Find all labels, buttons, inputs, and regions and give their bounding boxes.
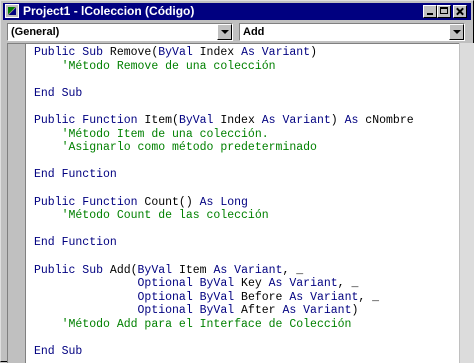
code-line[interactable]: End Function bbox=[34, 236, 414, 250]
code-editor[interactable]: Public Sub Remove(ByVal Index As Variant… bbox=[7, 43, 465, 363]
code-comment: 'Método Remove de una colección bbox=[34, 59, 276, 73]
code-token: Index bbox=[192, 46, 242, 59]
code-token: Item( bbox=[144, 113, 179, 127]
code-keyword: As Long bbox=[199, 195, 248, 209]
code-line[interactable]: Optional ByVal Key As Variant, _ bbox=[34, 277, 414, 291]
object-dropdown[interactable]: (General) bbox=[7, 23, 233, 41]
code-keyword: As Variant bbox=[268, 277, 338, 291]
code-line[interactable]: End Function bbox=[34, 168, 414, 182]
code-token: ) bbox=[330, 113, 345, 127]
code-line[interactable]: 'Método Count de las colección bbox=[34, 209, 414, 223]
code-comment: 'Método Add para el Interface de Colecci… bbox=[34, 317, 352, 331]
object-dropdown-value: (General) bbox=[11, 26, 60, 38]
code-keyword: Optional ByVal bbox=[34, 290, 235, 304]
margin-indicator-bar[interactable] bbox=[8, 44, 26, 363]
code-line[interactable]: 'Método Add para el Interface de Colecci… bbox=[34, 318, 414, 332]
code-line[interactable]: Optional ByVal After As Variant) bbox=[34, 304, 414, 318]
code-token: ) bbox=[351, 304, 359, 318]
code-token: After bbox=[234, 304, 283, 318]
code-comment: 'Asignarlo como método predeterminado bbox=[34, 141, 317, 155]
code-line[interactable]: Public Sub Add(ByVal Item As Variant, _ bbox=[34, 264, 414, 278]
code-line[interactable] bbox=[34, 331, 414, 345]
window-title: Project1 - lColeccion (Código) bbox=[23, 4, 195, 18]
code-comment: 'Método Count de las colección bbox=[34, 209, 269, 223]
code-line[interactable] bbox=[34, 155, 414, 169]
code-keyword: As bbox=[344, 113, 359, 127]
code-token: cNombre bbox=[358, 113, 414, 127]
code-token: Item bbox=[172, 263, 214, 277]
code-keyword: ByVal bbox=[158, 46, 193, 59]
code-keyword: Optional ByVal bbox=[34, 304, 235, 318]
code-token: Before bbox=[234, 290, 290, 304]
code-token: ) bbox=[310, 46, 317, 59]
code-token: , _ bbox=[337, 277, 359, 291]
code-keyword: As Variant bbox=[261, 113, 331, 127]
code-line[interactable] bbox=[34, 182, 414, 196]
code-keyword: Optional ByVal bbox=[34, 277, 235, 291]
code-line[interactable]: Public Function Count() As Long bbox=[34, 196, 414, 210]
chevron-down-icon[interactable] bbox=[449, 24, 464, 40]
code-line[interactable]: End Sub bbox=[34, 345, 414, 359]
code-line[interactable]: End Sub bbox=[34, 87, 414, 101]
code-line[interactable] bbox=[34, 250, 414, 264]
code-window-icon[interactable] bbox=[5, 4, 19, 18]
maximize-button[interactable] bbox=[437, 5, 451, 18]
code-line[interactable]: 'Asignarlo como método predeterminado bbox=[34, 141, 414, 155]
code-text[interactable]: Public Sub Remove(ByVal Index As Variant… bbox=[34, 46, 414, 359]
code-keyword: End Function bbox=[34, 236, 117, 250]
code-keyword: As Variant bbox=[282, 304, 352, 318]
code-line[interactable]: Public Sub Remove(ByVal Index As Variant… bbox=[34, 46, 414, 60]
vertical-scrollbar[interactable] bbox=[459, 43, 474, 363]
code-line[interactable]: Public Function Item(ByVal Index As Vari… bbox=[34, 114, 414, 128]
code-keyword: End Sub bbox=[34, 86, 83, 100]
code-keyword: Public Sub bbox=[34, 46, 110, 59]
code-line[interactable]: Optional ByVal Before As Variant, _ bbox=[34, 291, 414, 305]
code-keyword: ByVal bbox=[137, 263, 173, 277]
code-keyword: Public Function bbox=[34, 195, 145, 209]
code-keyword: Public Function bbox=[34, 113, 145, 127]
code-line[interactable] bbox=[34, 223, 414, 237]
code-keyword: ByVal bbox=[178, 113, 214, 127]
code-window: Project1 - lColeccion (Código) (General)… bbox=[0, 0, 474, 363]
code-line[interactable]: 'Método Item de una colección. bbox=[34, 128, 414, 142]
close-button[interactable] bbox=[453, 5, 467, 18]
chevron-down-icon[interactable] bbox=[217, 24, 232, 40]
code-keyword: As Variant bbox=[241, 46, 311, 59]
procedure-dropdown[interactable]: Add bbox=[239, 23, 465, 41]
code-keyword: As Variant bbox=[289, 290, 359, 304]
procedure-dropdown-value: Add bbox=[243, 26, 265, 38]
code-line[interactable] bbox=[34, 73, 414, 87]
code-line[interactable]: 'Método Remove de una colección bbox=[34, 60, 414, 74]
title-bar[interactable]: Project1 - lColeccion (Código) bbox=[3, 3, 471, 20]
code-keyword: As Variant bbox=[213, 263, 283, 277]
code-token: , _ bbox=[282, 263, 304, 277]
code-token: Key bbox=[234, 277, 269, 291]
code-token: Count() bbox=[144, 195, 200, 209]
code-comment: 'Método Item de una colección. bbox=[34, 127, 269, 141]
code-token: Add( bbox=[109, 263, 138, 277]
code-keyword: Public Sub bbox=[34, 263, 110, 277]
code-keyword: End Function bbox=[34, 168, 117, 182]
code-token: Remove( bbox=[109, 46, 159, 59]
code-keyword: End Sub bbox=[34, 345, 83, 359]
code-line[interactable] bbox=[34, 100, 414, 114]
minimize-button[interactable] bbox=[423, 5, 437, 18]
code-token: , _ bbox=[358, 290, 380, 304]
code-token: Index bbox=[213, 113, 262, 127]
